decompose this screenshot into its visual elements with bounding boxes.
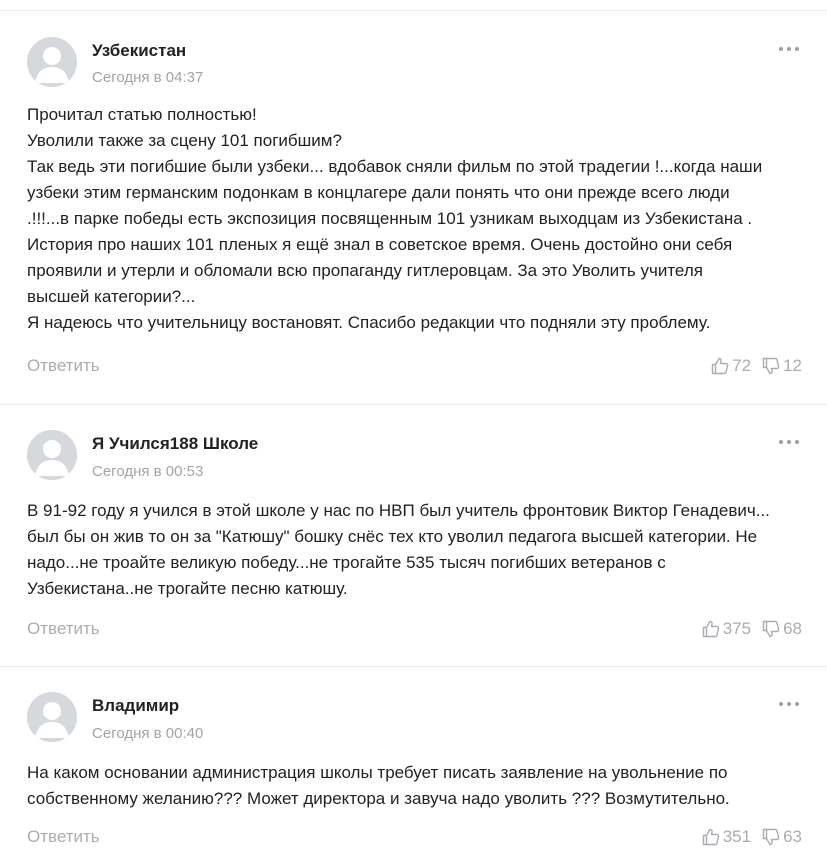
thumbs-up-icon: [702, 620, 719, 638]
comment-text-line: собственному желанию??? Может директора …: [27, 789, 730, 808]
dislike-button[interactable]: 63: [761, 827, 802, 847]
avatar[interactable]: [27, 37, 77, 87]
dislike-button[interactable]: 12: [761, 356, 802, 376]
thumbs-up-icon: [702, 828, 719, 846]
like-button[interactable]: 72: [710, 356, 751, 376]
avatar[interactable]: [27, 430, 77, 480]
reactions: 72 12: [710, 355, 802, 377]
reactions: 351 63: [701, 826, 802, 848]
reply-button[interactable]: Ответить: [27, 356, 100, 376]
comment: Владимир Сегодня в 00:40 На каком основа…: [0, 667, 827, 852]
user-silhouette-icon: [27, 37, 77, 87]
comment-timestamp: Сегодня в 00:40: [92, 725, 204, 742]
like-button[interactable]: 351: [701, 827, 751, 847]
comment-text-line: Уволили также за сцену 101 погибшим?: [27, 131, 342, 150]
comment-text-line: узбеки этим германским подонкам в концла…: [27, 183, 730, 202]
like-count: 72: [732, 356, 752, 375]
reply-button[interactable]: Ответить: [27, 619, 100, 639]
more-dots-icon[interactable]: [776, 699, 802, 709]
comment: Узбекистан Сегодня в 04:37 Прочитал стат…: [0, 0, 827, 405]
comment-text-line: Узбекистана..не трогайте песню катюшу.: [27, 579, 348, 598]
comment-author[interactable]: Узбекистан: [92, 41, 186, 61]
user-silhouette-icon: [27, 430, 77, 480]
comment-text: Прочитал статью полностью! Уволили также…: [27, 102, 807, 336]
comment-text-line: Я надеюсь что учительницу востановят. Сп…: [27, 313, 711, 332]
thumbs-down-icon: [762, 620, 780, 638]
comment-text-line: высшей категории?...: [27, 287, 196, 306]
comment-text-line: Так ведь эти погибшие были узбеки... вдо…: [27, 157, 763, 176]
thumbs-down-icon: [762, 828, 780, 846]
comment-text-line: На каком основании администрация школы т…: [27, 763, 728, 782]
dislike-count: 68: [783, 619, 802, 638]
reactions: 375 68: [701, 618, 802, 640]
like-count: 351: [722, 827, 752, 846]
comment: Я Учился188 Школе Сегодня в 00:53 В 91-9…: [0, 405, 827, 667]
comment-timestamp: Сегодня в 00:53: [92, 463, 204, 480]
comment-text-line: был бы он жив то он за "Катюшу" бошку сн…: [27, 527, 758, 546]
comment-text: На каком основании администрация школы т…: [27, 760, 807, 812]
avatar[interactable]: [27, 692, 77, 742]
comment-text-line: проявили и утерли и обломали всю пропага…: [27, 261, 703, 280]
comment-text-line: История про наших 101 пленых я ещё знал …: [27, 235, 733, 254]
like-button[interactable]: 375: [701, 619, 751, 639]
like-count: 375: [722, 619, 752, 638]
comment-text-line: В 91-92 году я учился в этой школе у нас…: [27, 501, 770, 520]
comment-text: В 91-92 году я учился в этой школе у нас…: [27, 498, 807, 602]
comment-text-line: Прочитал статью полностью!: [27, 105, 257, 124]
dislike-button[interactable]: 68: [761, 619, 802, 639]
comment-author[interactable]: Владимир: [92, 696, 179, 716]
thumbs-down-icon: [762, 357, 780, 375]
more-dots-icon[interactable]: [776, 44, 802, 54]
dislike-count: 63: [783, 827, 802, 846]
more-dots-icon[interactable]: [776, 437, 802, 447]
thumbs-up-icon: [711, 357, 729, 375]
comment-timestamp: Сегодня в 04:37: [92, 69, 204, 86]
comment-author[interactable]: Я Учился188 Школе: [92, 434, 258, 454]
comment-text-line: надо...не троайте великую победу...не тр…: [27, 553, 666, 572]
comment-text-line: .!!!...в парке победы есть экспозиция по…: [27, 209, 753, 228]
reply-button[interactable]: Ответить: [27, 827, 100, 847]
user-silhouette-icon: [27, 692, 77, 742]
dislike-count: 12: [783, 356, 802, 375]
